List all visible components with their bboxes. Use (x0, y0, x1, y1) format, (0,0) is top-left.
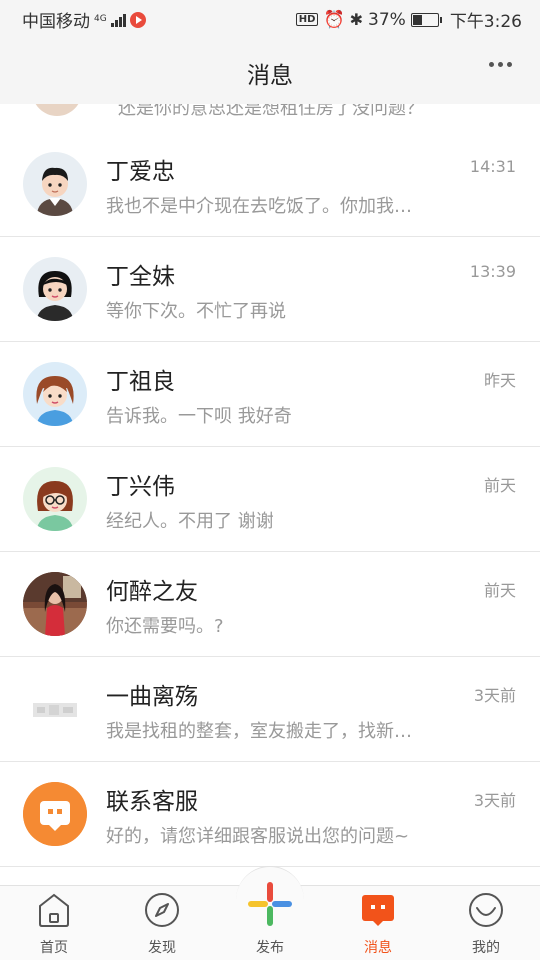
message-preview: 告诉我。一下呗 我好奇 (106, 406, 292, 427)
conversation-row[interactable]: 一曲离殇 3天前 我是找租的整套，室友搬走了，找新… (0, 657, 540, 762)
contact-name: 一曲离殇 (106, 684, 198, 710)
tab-publish[interactable]: 发布 (216, 882, 324, 960)
battery-percent: 37% (368, 9, 406, 30)
smile-icon (468, 892, 504, 932)
status-bar: 中国移动 4G HD ⏰ ✱ 37% 下午3:26 (0, 0, 540, 36)
avatar (23, 362, 87, 426)
tab-label: 发布 (256, 940, 284, 956)
avatar (23, 152, 87, 216)
message-preview: 你还需要吗。? (106, 616, 224, 637)
message-time: 昨天 (483, 371, 516, 390)
conversation-row[interactable]: 丁兴伟 前天 经纪人。不用了 谢谢 (0, 447, 540, 552)
tab-messages[interactable]: 消息 (324, 886, 432, 960)
bluetooth-icon: ✱ (349, 10, 364, 29)
message-time: 前天 (483, 581, 516, 600)
tab-label: 我的 (472, 940, 500, 956)
bottom-tab-bar: 首页 发现 发布 消息 我的 (0, 866, 540, 960)
tab-label: 消息 (364, 940, 392, 956)
conversation-row[interactable]: 丁爱忠 14:31 我也不是中介现在去吃饭了。你加我… (0, 132, 540, 237)
contact-name: 联系客服 (106, 789, 198, 815)
message-preview: 等你下次。不忙了再说 (106, 301, 286, 322)
contact-name: 丁全妹 (106, 264, 175, 290)
avatar (32, 104, 82, 116)
record-icon (129, 11, 146, 28)
tab-home[interactable]: 首页 (0, 886, 108, 960)
avatar (23, 467, 87, 531)
hd-icon: HD (295, 13, 319, 26)
contact-name: 丁兴伟 (106, 474, 175, 500)
message-icon (361, 892, 395, 932)
clock-time: 下午3:26 (449, 12, 522, 32)
tab-label: 首页 (40, 940, 68, 956)
home-icon (37, 892, 71, 932)
page-title: 消息 (247, 63, 293, 89)
compass-icon (144, 892, 180, 932)
avatar (23, 677, 87, 741)
tab-discover[interactable]: 发现 (108, 886, 216, 960)
conversation-row[interactable]: 丁祖良 昨天 告诉我。一下呗 我好奇 (0, 342, 540, 447)
tab-label: 发现 (148, 940, 176, 956)
page-header: 消息 (0, 36, 540, 104)
conversation-row[interactable]: 丁全妹 13:39 等你下次。不忙了再说 (0, 237, 540, 342)
signal-icon (110, 13, 126, 27)
message-preview: 我是找租的整套，室友搬走了，找新… (106, 721, 412, 742)
conversation-row[interactable]: 何醉之友 前天 你还需要吗。? (0, 552, 540, 657)
plus-icon (246, 880, 294, 932)
message-time: 3天前 (473, 791, 516, 810)
contact-name: 丁爱忠 (106, 159, 175, 185)
message-time: 3天前 (473, 686, 516, 705)
more-options-icon[interactable] (489, 62, 512, 67)
tab-mine[interactable]: 我的 (432, 886, 540, 960)
contact-name: 何醉之友 (106, 579, 198, 605)
avatar (23, 782, 87, 846)
message-time: 13:39 (469, 262, 516, 281)
conversation-row[interactable]: 联系客服 3天前 好的，请您详细跟客服说出您的问题~ (0, 762, 540, 867)
message-preview: 我也不是中介现在去吃饭了。你加我… (106, 196, 412, 217)
message-preview: 好的，请您详细跟客服说出您的问题~ (106, 826, 410, 847)
carrier-label: 中国移动 (22, 12, 90, 32)
network-type: 4G (94, 14, 107, 24)
alarm-icon: ⏰ (323, 9, 345, 30)
conversation-list: 丁爱忠 14:31 我也不是中介现在去吃饭了。你加我… 丁全妹 13:39 等你… (0, 132, 540, 867)
message-time: 14:31 (469, 157, 516, 176)
contact-name: 丁祖良 (106, 369, 175, 395)
conversation-row-partial[interactable]: 还是你的意思还是想租住房了没问题？ (0, 104, 540, 133)
message-preview: 经纪人。不用了 谢谢 (106, 511, 274, 532)
message-preview: 还是你的意思还是想租住房了没问题？ (118, 104, 424, 119)
battery-icon (410, 12, 442, 27)
message-time: 前天 (483, 476, 516, 495)
avatar (23, 257, 87, 321)
avatar (23, 572, 87, 636)
